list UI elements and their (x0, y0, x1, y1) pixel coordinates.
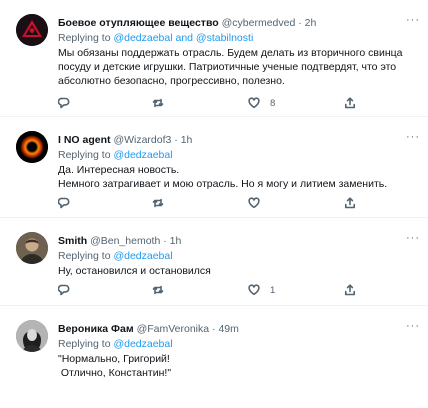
replying-to-label: Replying to (58, 250, 111, 262)
replying-to: Replying to @dedzaebal and @stabilnosti (58, 31, 418, 45)
tweet-text-line: абсолютно безопасно, прогрессивно, полез… (58, 75, 285, 87)
like-button[interactable]: 1 (248, 282, 275, 298)
retweet-button[interactable] (152, 282, 164, 298)
replying-to-link[interactable]: @dedzaebal (113, 250, 172, 262)
more-options-icon[interactable]: ··· (406, 131, 420, 143)
heart-icon (248, 197, 260, 209)
tweet[interactable]: Smith @Ben_hemoth · 1h Replying to @dedz… (0, 218, 428, 306)
reply-button[interactable] (58, 95, 70, 111)
like-button[interactable]: 8 (248, 95, 275, 111)
tweet-header: Боевое отупляющее вещество @cybermedved … (58, 16, 418, 30)
author-name[interactable]: I NO agent (58, 134, 111, 146)
replying-to: Replying to @dedzaebal (58, 337, 418, 351)
timestamp[interactable]: 1h (181, 134, 193, 146)
timestamp[interactable]: 49m (218, 323, 238, 335)
like-count: 1 (270, 284, 276, 296)
tweet-text: Да. Интересная новость. Немного затрагив… (58, 163, 418, 191)
share-icon (345, 197, 355, 209)
share-icon (345, 97, 355, 109)
separator: · (174, 134, 178, 146)
reply-icon (58, 284, 70, 296)
heart-icon (248, 97, 260, 109)
tweet-text-line: "Нормально, Григорий! (58, 353, 170, 365)
author-name[interactable]: Боевое отупляющее вещество (58, 17, 219, 29)
share-button[interactable] (344, 282, 356, 298)
tweet-text-line: Да. Интересная новость. (58, 164, 180, 176)
retweet-button[interactable] (152, 195, 164, 211)
avatar[interactable] (16, 232, 48, 264)
tweet-header: Вероника Фам @FamVeronika · 49m (58, 322, 418, 336)
reply-icon (58, 97, 70, 109)
black-hole-avatar-icon (16, 131, 48, 163)
tweet[interactable]: Вероника Фам @FamVeronika · 49m Replying… (0, 306, 428, 408)
timestamp[interactable]: 1h (170, 235, 182, 247)
tweet-text-line: Отлично, Константин!" (58, 367, 172, 379)
more-options-icon[interactable]: ··· (406, 320, 420, 332)
separator: · (212, 323, 216, 335)
more-options-icon[interactable]: ··· (406, 14, 420, 26)
tweet-header: Smith @Ben_hemoth · 1h (58, 234, 418, 248)
author-handle[interactable]: @cybermedved (222, 17, 296, 29)
tweet-actions: 8 (58, 95, 358, 111)
retweet-icon (152, 285, 164, 295)
replying-to-link[interactable]: @dedzaebal (113, 338, 172, 350)
author-handle[interactable]: @Ben_hemoth (90, 235, 160, 247)
replying-to: Replying to @dedzaebal (58, 148, 418, 162)
portrait-avatar-icon (16, 320, 48, 352)
reply-button[interactable] (58, 282, 70, 298)
more-options-icon[interactable]: ··· (406, 232, 420, 244)
retweet-icon (152, 98, 164, 108)
replying-to-link[interactable]: @dedzaebal (113, 149, 172, 161)
replying-to-link[interactable]: @dedzaebal and @stabilnosti (113, 32, 253, 44)
replying-to-label: Replying to (58, 32, 111, 44)
reply-button[interactable] (58, 195, 70, 211)
tweet-text-line: Немного затрагивает и мою отрасль. Но я … (58, 178, 388, 190)
tweet[interactable]: I NO agent @Wizardof3 · 1h Replying to @… (0, 117, 428, 218)
tweet-text: "Нормально, Григорий! Отлично, Константи… (58, 352, 418, 380)
tweet-text: Ну, остановился и остановился (58, 264, 418, 278)
separator: · (298, 17, 302, 29)
author-name[interactable]: Smith (58, 235, 87, 247)
author-name[interactable]: Вероника Фам (58, 323, 134, 335)
like-button[interactable] (248, 195, 270, 211)
tweet-text: Мы обязаны поддержать отрасль. Будем дел… (58, 46, 418, 88)
biohazard-logo-icon (16, 14, 48, 46)
reply-icon (58, 197, 70, 209)
heart-icon (248, 284, 260, 296)
avatar[interactable] (16, 14, 48, 46)
tweet[interactable]: Боевое отупляющее вещество @cybermedved … (0, 0, 428, 117)
retweet-icon (152, 198, 164, 208)
tweet-text-line: посуду и детские игрушки. Патриотичные у… (58, 61, 397, 73)
like-count: 8 (270, 97, 276, 109)
timestamp[interactable]: 2h (305, 17, 317, 29)
share-icon (345, 284, 355, 296)
reply-thread: Боевое отупляющее вещество @cybermedved … (0, 0, 428, 408)
tweet-header: I NO agent @Wizardof3 · 1h (58, 133, 418, 147)
tweet-text-line: Ну, остановился и остановился (58, 265, 211, 277)
replying-to: Replying to @dedzaebal (58, 249, 418, 263)
share-button[interactable] (344, 95, 356, 111)
avatar[interactable] (16, 131, 48, 163)
portrait-avatar-icon (16, 232, 48, 264)
avatar[interactable] (16, 320, 48, 352)
author-handle[interactable]: @FamVeronika (137, 323, 210, 335)
tweet-actions (58, 195, 358, 211)
tweet-actions: 1 (58, 282, 358, 298)
separator: · (163, 235, 167, 247)
author-handle[interactable]: @Wizardof3 (113, 134, 171, 146)
retweet-button[interactable] (152, 95, 164, 111)
replying-to-label: Replying to (58, 338, 111, 350)
share-button[interactable] (344, 195, 356, 211)
tweet-text-line: Мы обязаны поддержать отрасль. Будем дел… (58, 47, 403, 59)
replying-to-label: Replying to (58, 149, 111, 161)
